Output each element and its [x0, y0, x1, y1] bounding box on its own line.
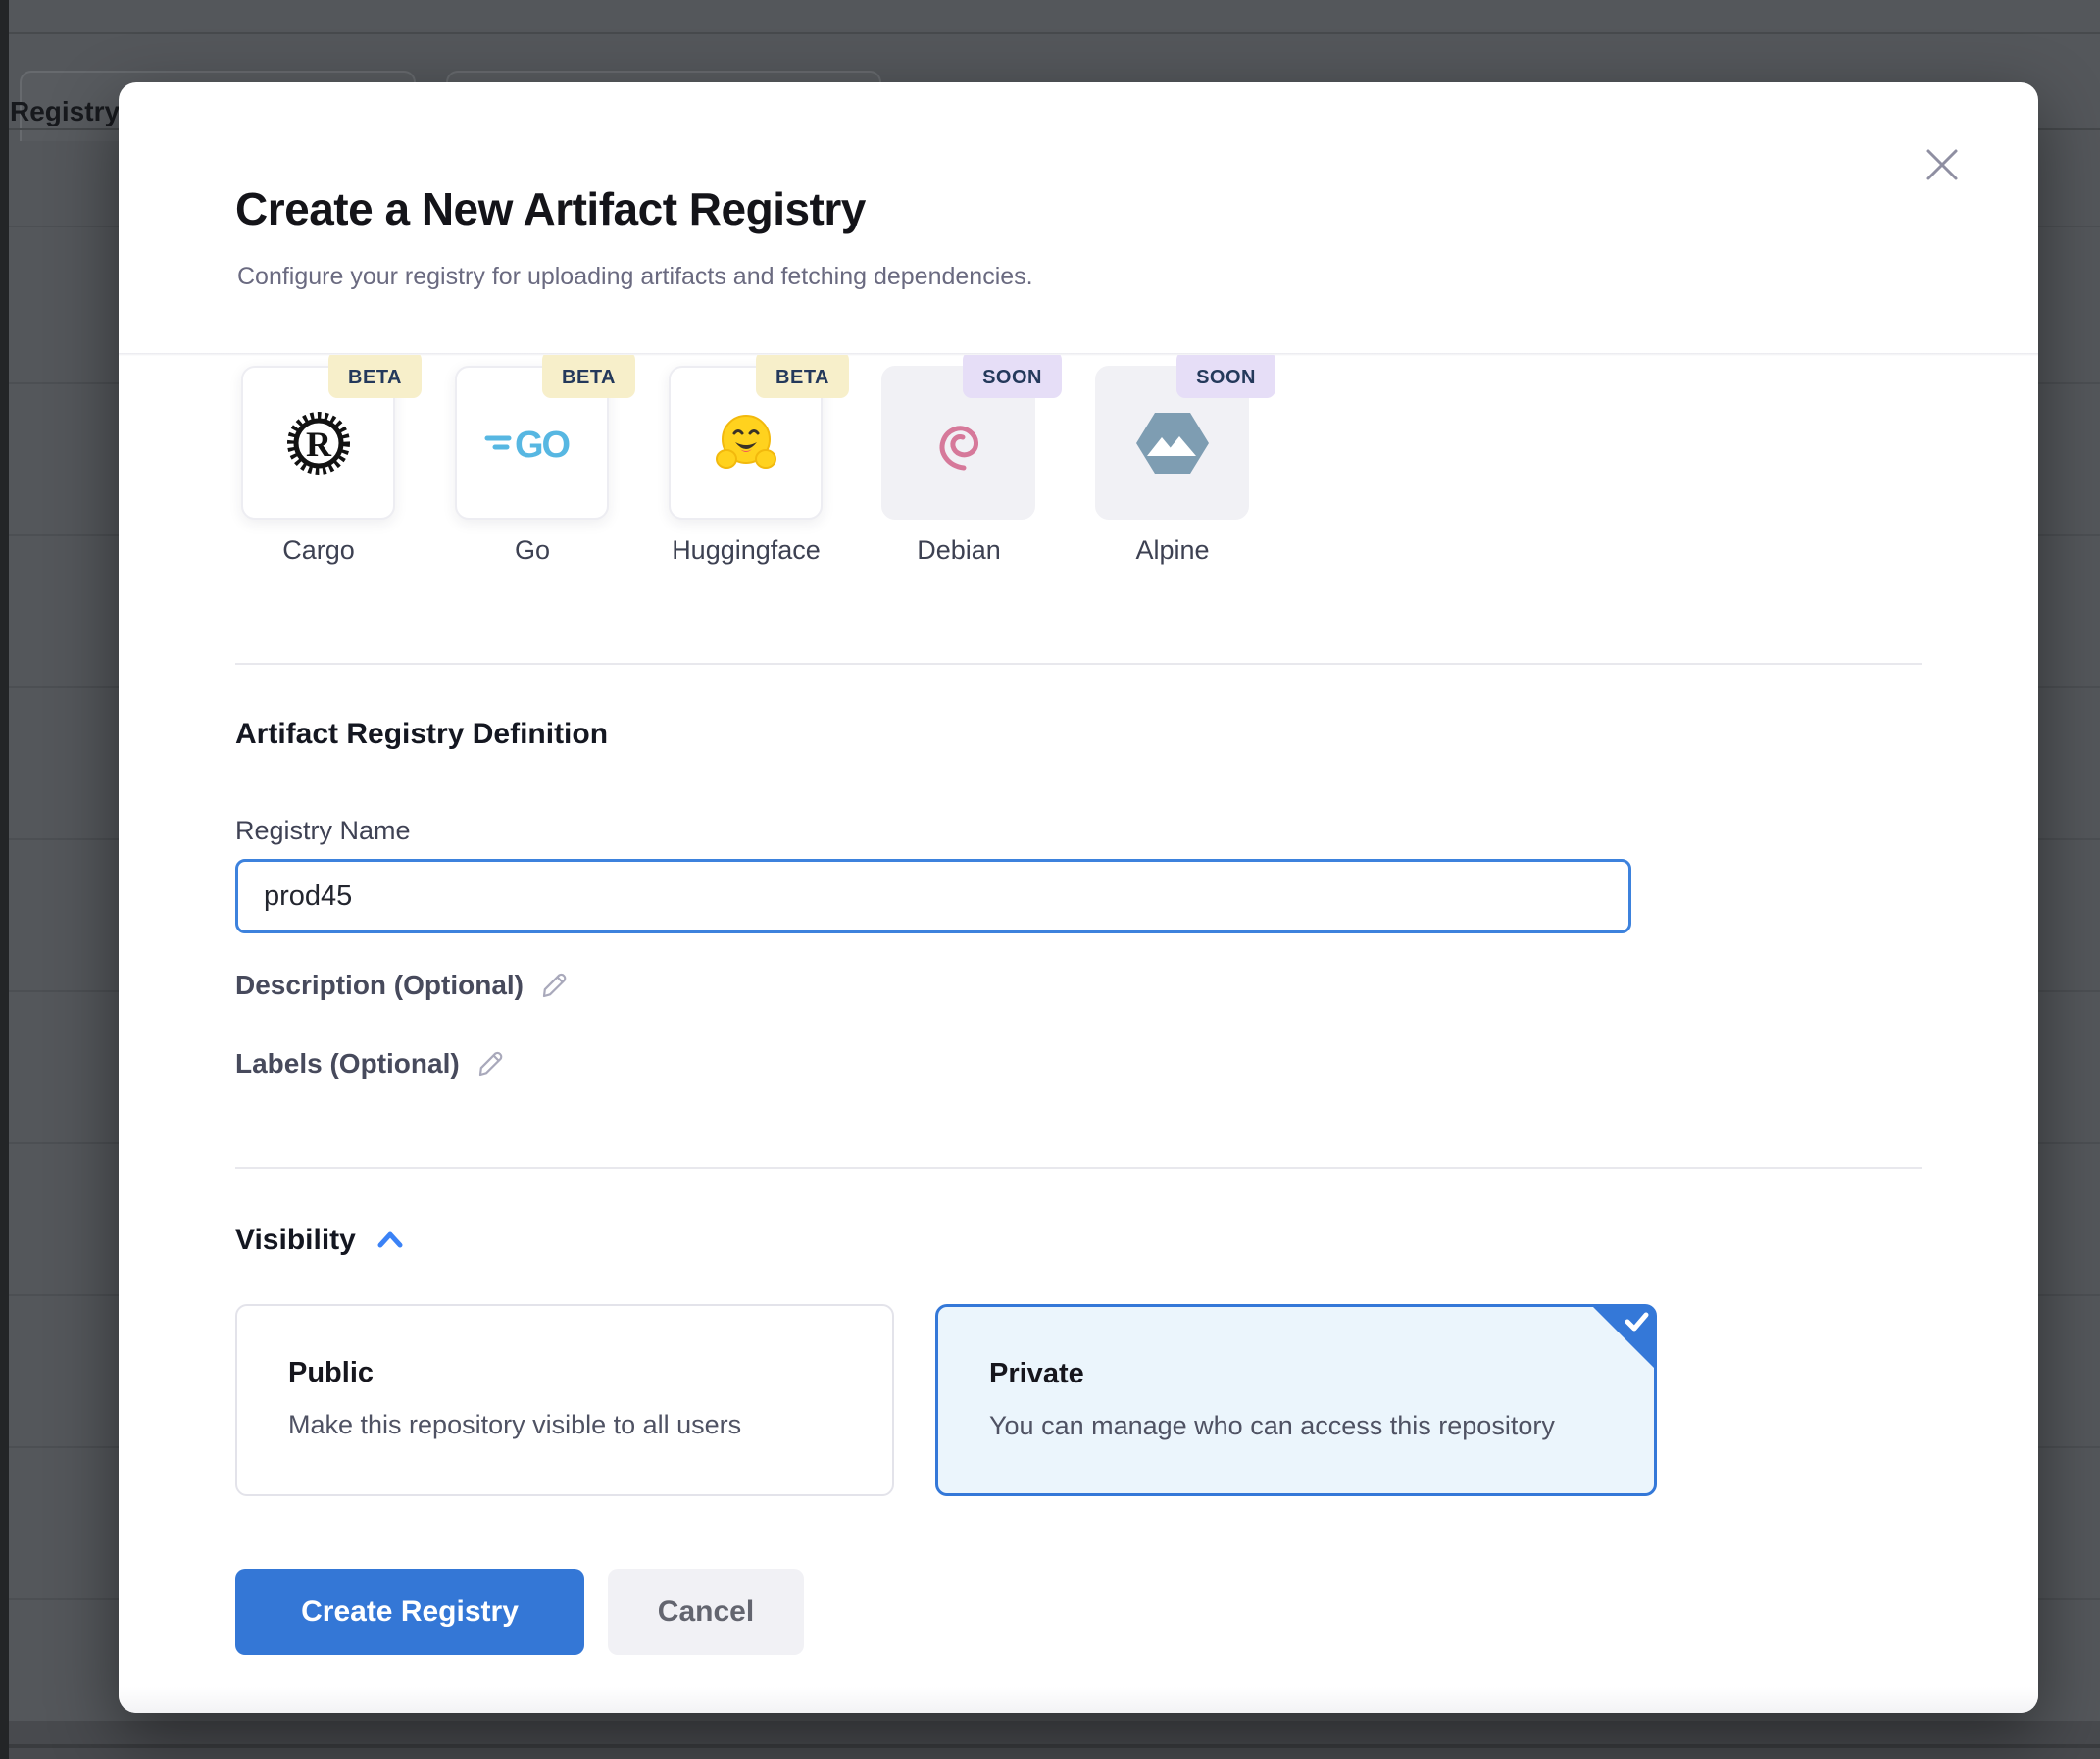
visibility-option-private[interactable]: Private You can manage who can access th… [935, 1304, 1657, 1496]
visibility-option-public[interactable]: Public Make this repository visible to a… [235, 1304, 894, 1496]
private-option-description: You can manage who can access this repos… [989, 1411, 1555, 1441]
modal-footer [119, 1687, 2038, 1713]
svg-text:R: R [306, 425, 332, 464]
package-card-debian: SOON [881, 366, 1035, 520]
background-sidebar-edge [0, 0, 9, 1759]
beta-badge: BETA [328, 355, 422, 398]
package-label-alpine: Alpine [1075, 535, 1271, 566]
beta-badge: BETA [542, 355, 635, 398]
cancel-button[interactable]: Cancel [608, 1569, 804, 1655]
visibility-header-row[interactable]: Visibility [235, 1224, 405, 1257]
background-bottom-divider [9, 1744, 2100, 1748]
registry-name-label: Registry Name [235, 816, 411, 846]
close-icon [1919, 141, 1966, 188]
package-card-alpine: SOON [1095, 366, 1249, 520]
package-card-go[interactable]: BETA GO [455, 366, 609, 520]
modal-subtitle: Configure your registry for uploading ar… [237, 263, 1033, 291]
package-label-debian: Debian [861, 535, 1057, 566]
selected-corner [1592, 1306, 1655, 1369]
package-label-go: Go [434, 535, 630, 566]
package-label-huggingface: Huggingface [648, 535, 844, 566]
checkmark-icon [1592, 1306, 1655, 1369]
modal-title: Create a New Artifact Registry [235, 182, 866, 235]
public-option-title: Public [288, 1357, 374, 1389]
edit-pencil-icon[interactable] [539, 970, 571, 1001]
package-card-cargo[interactable]: BETA R [241, 366, 395, 520]
soon-badge: SOON [963, 355, 1062, 398]
background-top-divider [9, 32, 2100, 34]
definition-heading: Artifact Registry Definition [235, 718, 608, 751]
cargo-icon: R [284, 409, 353, 477]
close-button[interactable] [1919, 141, 1966, 188]
alpine-icon [1135, 411, 1210, 476]
package-label-cargo: Cargo [221, 535, 417, 566]
description-edit-row[interactable]: Description (Optional) [235, 970, 571, 1001]
labels-label: Labels (Optional) [235, 1048, 460, 1080]
go-icon: GO [483, 421, 581, 466]
registry-name-input[interactable] [235, 859, 1631, 933]
visibility-heading: Visibility [235, 1224, 356, 1257]
chevron-up-icon[interactable] [375, 1230, 405, 1251]
background-bottom-band [9, 1721, 2100, 1759]
section-divider [235, 663, 1922, 665]
create-registry-modal: Create a New Artifact Registry Configure… [119, 82, 2038, 1713]
svg-text:GO: GO [515, 425, 570, 466]
edit-pencil-icon[interactable] [475, 1048, 507, 1080]
debian-icon [928, 413, 989, 474]
beta-badge: BETA [756, 355, 849, 398]
background-table-header: Registry [10, 96, 120, 127]
package-card-huggingface[interactable]: BETA [669, 366, 823, 520]
private-option-title: Private [989, 1358, 1084, 1390]
package-type-selector: BETA R Cargo BETA GO Go [119, 355, 2038, 661]
huggingface-icon [715, 412, 777, 475]
create-registry-button[interactable]: Create Registry [235, 1569, 584, 1655]
description-label: Description (Optional) [235, 970, 524, 1001]
section-divider [235, 1167, 1922, 1169]
soon-badge: SOON [1176, 355, 1275, 398]
labels-edit-row[interactable]: Labels (Optional) [235, 1048, 507, 1080]
public-option-description: Make this repository visible to all user… [288, 1410, 741, 1440]
